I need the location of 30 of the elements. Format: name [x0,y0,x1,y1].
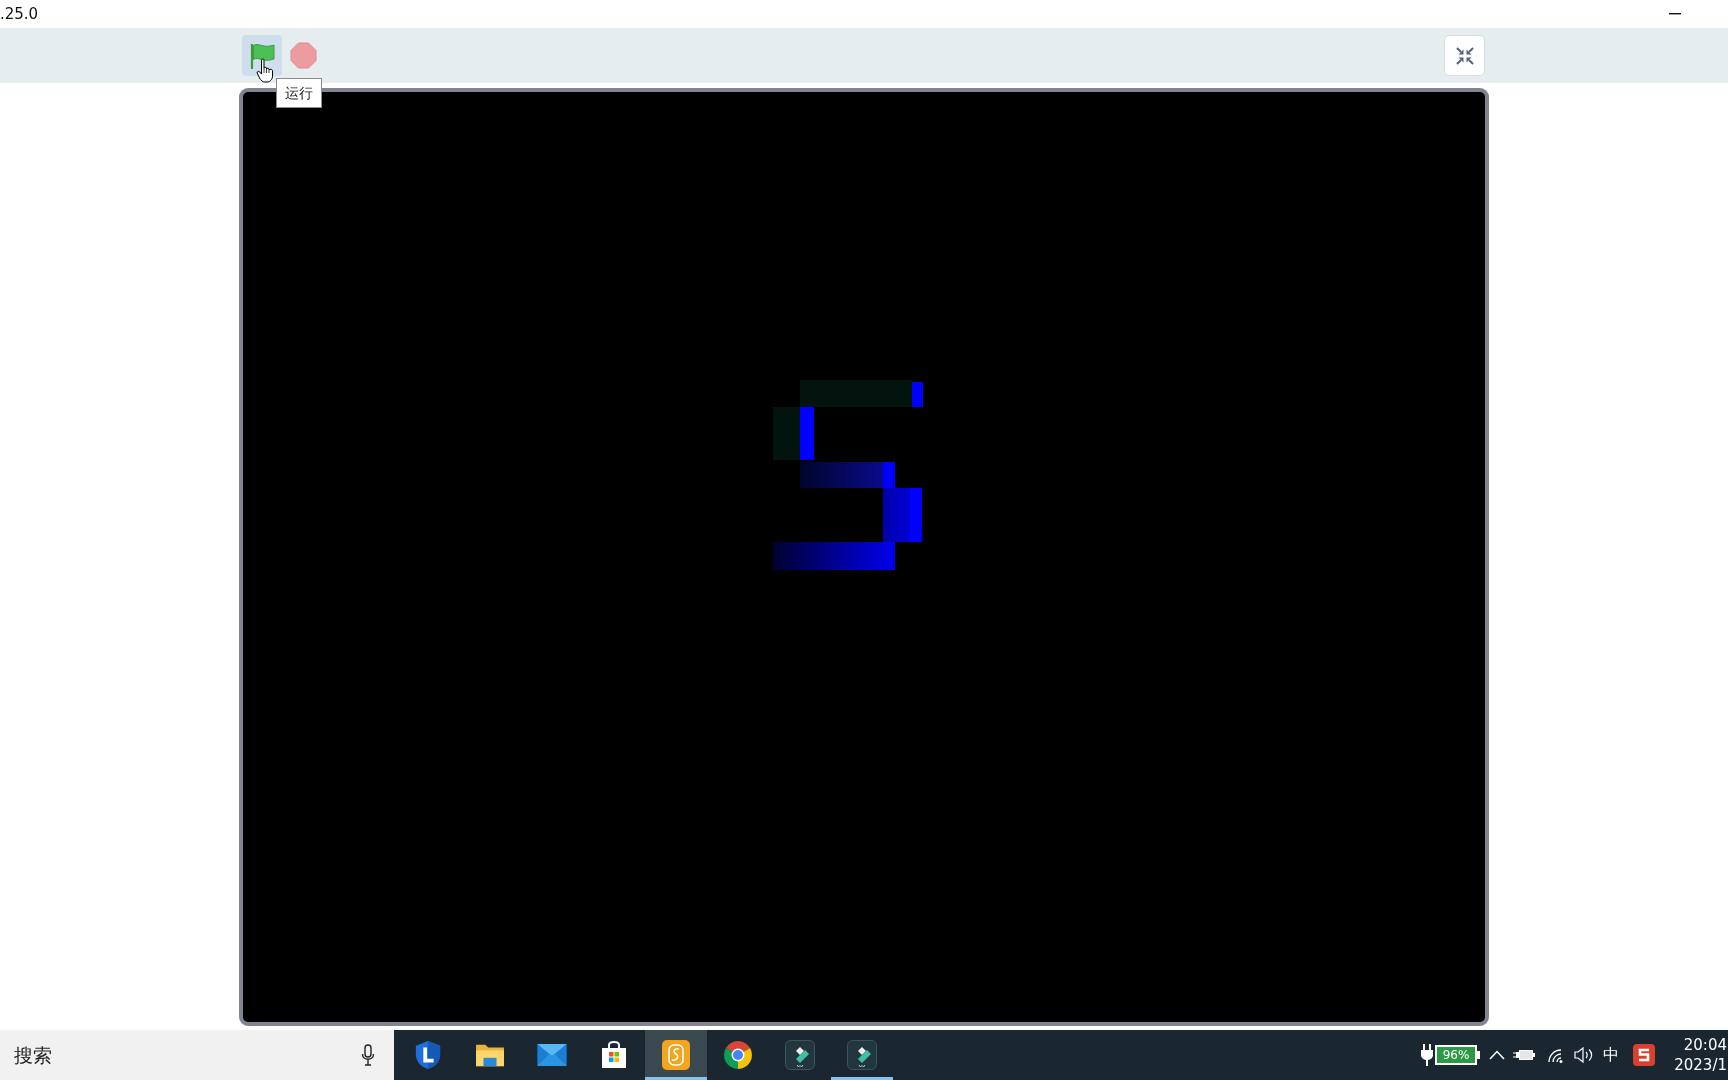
chevron-up-icon[interactable] [1489,1050,1505,1060]
hand-cursor-icon [256,58,274,83]
battery-button[interactable]: 96% [1435,1044,1480,1066]
tile-logo-icon[interactable] [1633,1044,1655,1066]
envelope-icon [537,1044,567,1066]
squiggle-tile-icon [662,1040,690,1070]
stop-icon [289,42,317,69]
minimize-icon [1669,13,1681,15]
shield-icon [414,1040,442,1070]
clock-time[interactable]: 20:04 [1683,1035,1727,1055]
circle-logo-icon [723,1040,753,1070]
diamond-tile-icon [847,1040,877,1070]
search-field[interactable]: 搜索 [0,1030,394,1080]
collapse-arrows-icon [1455,46,1474,65]
window-title: .25.0 [0,4,39,24]
exit-fullscreen-button[interactable] [1444,35,1485,76]
tooltip: 运行 [276,78,322,108]
clock-date[interactable]: 2023/1 [1674,1055,1727,1075]
taskbar-app-button[interactable] [645,1030,707,1080]
input-method-button[interactable]: 中 [1603,1045,1619,1065]
flag-button[interactable] [242,35,282,76]
battery-icon[interactable] [1513,1049,1535,1061]
wifi-icon[interactable] [1546,1047,1564,1063]
flag-icon [249,41,275,70]
diamond-tile-icon [785,1040,815,1070]
plug-icon [1420,1044,1434,1066]
microphone-icon[interactable] [361,1044,375,1066]
shopping-bag-icon [600,1041,628,1069]
folder-icon [475,1042,505,1068]
speaker-icon[interactable] [1574,1047,1594,1063]
